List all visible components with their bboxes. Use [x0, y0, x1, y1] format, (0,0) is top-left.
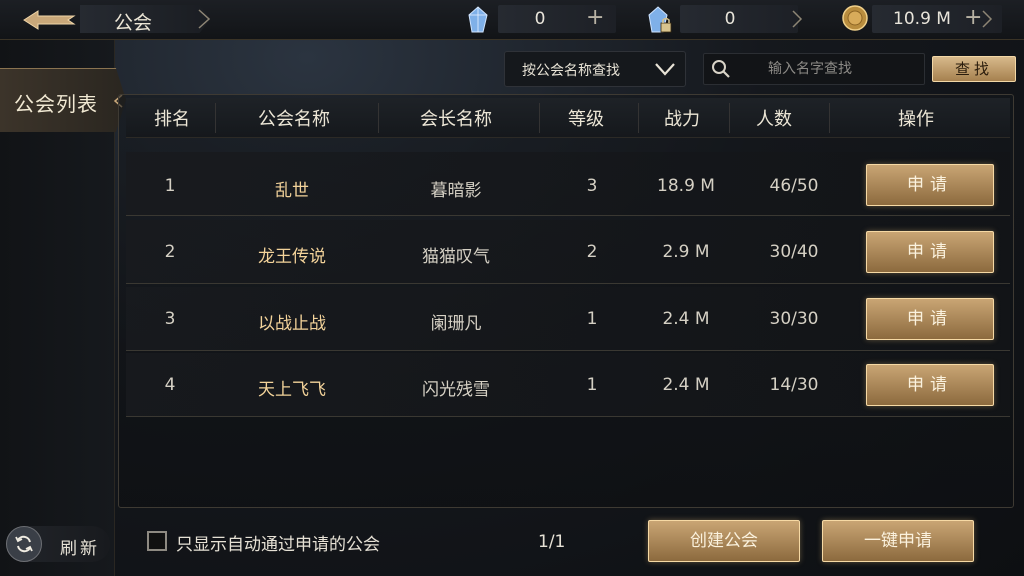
column-header-level: 等级 — [568, 109, 604, 130]
leader-name-cell: 闪光残雪 — [422, 380, 490, 400]
search-icon — [712, 60, 730, 78]
guild-name-cell: 龙王传说 — [258, 247, 326, 267]
leader-name-cell: 暮暗影 — [430, 181, 482, 201]
power-cell: 2.4 M — [662, 375, 710, 395]
column-header-guild: 公会名称 — [258, 109, 330, 130]
search-button[interactable]: 查找 — [932, 56, 1016, 82]
column-header-members: 人数 — [756, 109, 792, 130]
apply-button[interactable]: 申请 — [866, 364, 994, 406]
apply-button[interactable]: 申请 — [866, 231, 994, 273]
apply-button[interactable]: 申请 — [866, 164, 994, 206]
power-cell: 2.4 M — [662, 309, 710, 329]
column-header-leader: 会长名称 — [420, 109, 492, 130]
members-cell: 14/30 — [769, 375, 819, 395]
column-divider — [829, 103, 830, 133]
rank-cell: 1 — [164, 176, 176, 196]
add-crystal-button[interactable]: + — [586, 5, 604, 30]
members-cell: 30/40 — [769, 242, 819, 262]
column-divider — [539, 103, 540, 133]
gold-count: 10.9 M — [893, 9, 951, 29]
locked-crystal-count: 0 — [724, 9, 736, 29]
column-header-power: 战力 — [664, 109, 700, 130]
locked-crystal-icon — [648, 6, 672, 33]
column-divider — [215, 103, 216, 133]
guild-name-cell: 乱世 — [275, 181, 309, 201]
page-title: 公会 — [114, 12, 153, 34]
chevron-right-icon — [792, 10, 803, 28]
level-cell: 1 — [586, 309, 598, 329]
power-cell: 2.9 M — [662, 242, 710, 262]
column-divider — [638, 103, 639, 133]
guild-name-cell: 天上飞飞 — [258, 380, 326, 400]
gold-coin-icon — [842, 5, 868, 31]
level-cell: 3 — [586, 176, 598, 196]
auto-approve-label: 只显示自动通过申请的公会 — [176, 535, 380, 555]
rank-cell: 3 — [164, 309, 176, 329]
blue-crystal-icon — [468, 6, 488, 33]
rank-cell: 4 — [164, 375, 176, 395]
power-cell: 18.9 M — [657, 176, 715, 196]
search-input[interactable] — [740, 56, 920, 82]
column-header-rank: 排名 — [154, 109, 190, 130]
tab-guild-list-label: 公会列表 — [14, 92, 98, 116]
leader-name-cell: 猫猫叹气 — [422, 247, 490, 267]
level-cell: 2 — [586, 242, 598, 262]
column-divider — [729, 103, 730, 133]
refresh-label: 刷新 — [60, 539, 100, 559]
column-divider — [378, 103, 379, 133]
create-guild-button[interactable]: 创建公会 — [648, 520, 800, 562]
apply-all-button[interactable]: 一键申请 — [822, 520, 974, 562]
level-cell: 1 — [586, 375, 598, 395]
apply-button[interactable]: 申请 — [866, 298, 994, 340]
page-indicator: 1/1 — [538, 532, 566, 552]
chevron-right-icon — [198, 9, 211, 29]
leader-name-cell: 阑珊凡 — [430, 314, 482, 334]
search-type-label: 按公会名称查找 — [522, 63, 620, 79]
column-header-action: 操作 — [898, 109, 934, 130]
guild-name-cell: 以战止战 — [258, 314, 326, 334]
members-cell: 46/50 — [769, 176, 819, 196]
members-cell: 30/30 — [769, 309, 819, 329]
back-arrow-icon[interactable] — [22, 9, 76, 31]
crystal-count: 0 — [534, 9, 546, 29]
chevron-down-icon[interactable] — [654, 61, 676, 77]
rank-cell: 2 — [164, 242, 176, 262]
chevron-right-icon — [982, 10, 993, 28]
refresh-icon — [15, 535, 33, 553]
auto-approve-checkbox[interactable] — [147, 531, 167, 551]
